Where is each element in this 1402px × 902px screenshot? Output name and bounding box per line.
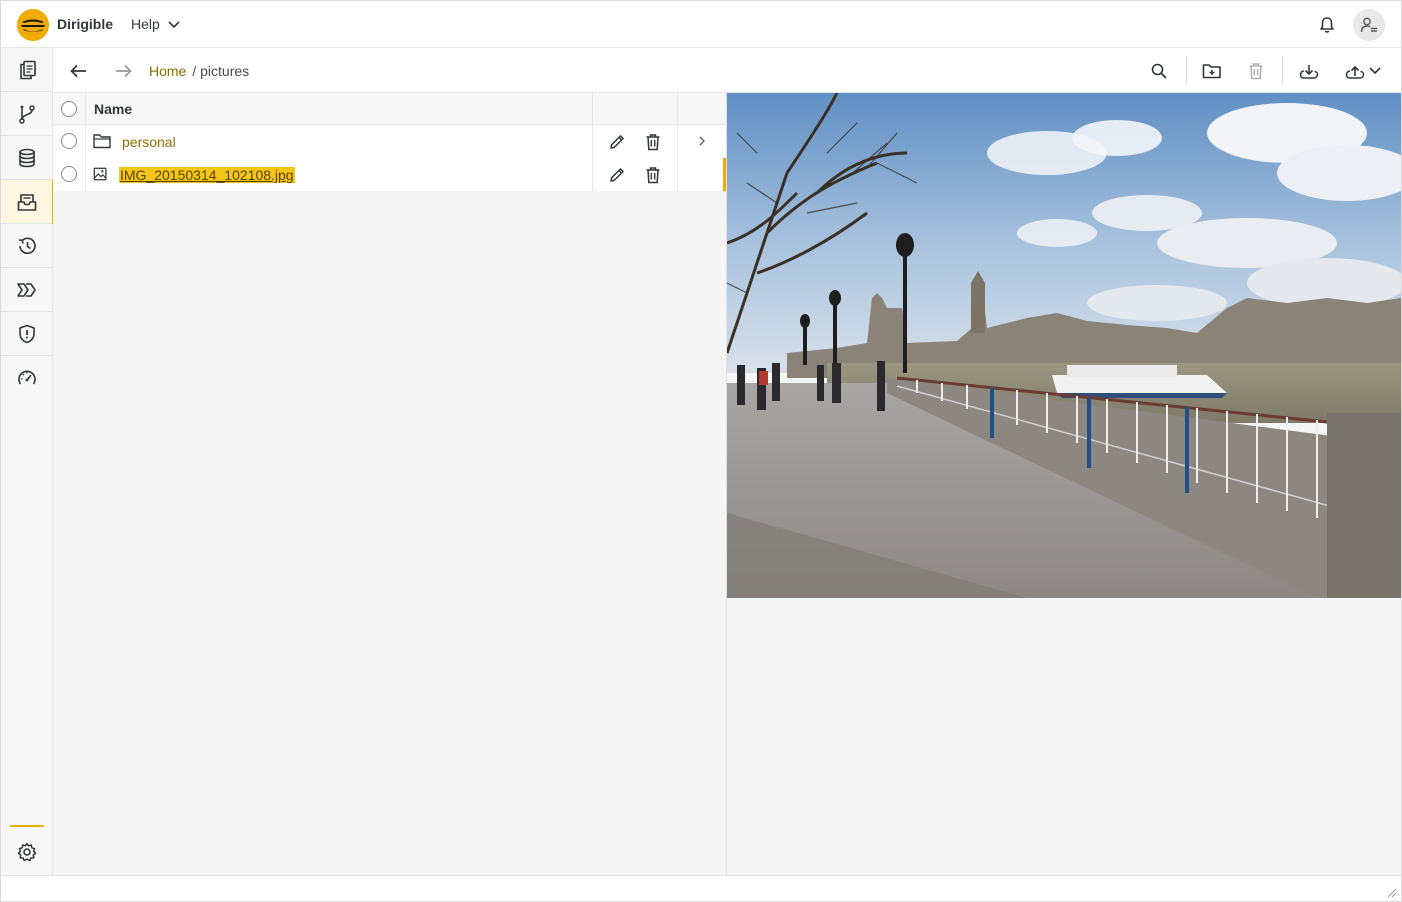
bell-icon[interactable] — [1317, 15, 1337, 35]
file-toolbar: Home / pictures — [53, 48, 1401, 93]
sidebar-item-monitoring[interactable] — [1, 356, 53, 400]
column-divider — [677, 125, 678, 158]
dirigible-logo — [17, 9, 49, 41]
sidebar-item-security[interactable] — [1, 312, 53, 356]
download-button[interactable] — [1298, 60, 1320, 82]
column-divider — [85, 158, 86, 191]
inbox-tray-icon — [17, 193, 37, 211]
sidebar-divider — [10, 825, 44, 827]
cloud-upload-icon — [1345, 65, 1365, 79]
gear-icon — [17, 842, 37, 862]
upload-menu-button[interactable] — [1343, 60, 1383, 82]
breadcrumb-home[interactable]: Home — [149, 63, 186, 79]
app-title: Dirigible — [57, 16, 114, 32]
folder-add-icon — [1202, 64, 1221, 79]
delete-row-button[interactable] — [643, 165, 663, 185]
help-menu-label: Help — [131, 16, 160, 32]
chevron-right-icon[interactable] — [696, 134, 708, 148]
row-name-link[interactable]: personal — [122, 134, 176, 150]
arrow-left-icon — [70, 64, 86, 78]
chevron-down-icon — [1369, 67, 1381, 75]
back-button[interactable] — [68, 60, 90, 82]
pencil-icon — [610, 168, 624, 182]
trash-icon — [646, 134, 660, 151]
image-file-icon — [93, 167, 107, 181]
table-row[interactable]: personal — [53, 125, 726, 158]
column-header-name: Name — [94, 101, 133, 117]
column-divider — [677, 158, 678, 191]
help-menu[interactable]: Help — [131, 16, 180, 32]
table-row[interactable]: IMG_20150314_102108.jpg — [53, 158, 726, 191]
status-bar — [1, 875, 1401, 901]
selection-indicator — [723, 158, 726, 191]
column-divider — [592, 125, 593, 158]
table-header: Name — [53, 93, 726, 125]
file-table: Name personal IMG_20150314_102108.jpg — [53, 93, 726, 191]
cloud-download-icon — [1299, 65, 1319, 79]
trash-icon — [1249, 63, 1263, 80]
gauge-icon — [18, 370, 36, 385]
chevrons-icon — [17, 282, 36, 297]
sidebar-item-documents[interactable] — [1, 180, 54, 224]
select-all-checkbox[interactable] — [61, 101, 77, 117]
sidebar-item-projects[interactable] — [1, 48, 53, 92]
sidebar-item-history[interactable] — [1, 224, 53, 268]
user-settings-icon[interactable] — [1353, 9, 1385, 41]
breadcrumb: Home / pictures — [149, 63, 249, 79]
image-preview — [727, 93, 1401, 598]
rename-button[interactable] — [607, 165, 627, 185]
breadcrumb-current: / pictures — [192, 63, 250, 79]
shield-icon — [19, 324, 35, 343]
column-divider — [85, 93, 86, 124]
forward-button[interactable] — [112, 60, 134, 82]
pencil-icon — [610, 135, 624, 149]
column-divider — [592, 93, 593, 124]
history-icon — [18, 237, 36, 254]
resize-grip-icon[interactable] — [1385, 886, 1397, 898]
column-divider — [85, 125, 86, 158]
top-header: Dirigible Help — [1, 1, 1401, 48]
delete-row-button[interactable] — [643, 132, 663, 152]
column-divider — [592, 158, 593, 191]
toolbar-separator — [1282, 56, 1283, 86]
search-button[interactable] — [1148, 60, 1170, 82]
sidebar-settings[interactable] — [1, 834, 53, 870]
chevron-down-icon — [168, 16, 180, 32]
sidebar-item-database[interactable] — [1, 136, 53, 180]
column-divider — [677, 93, 678, 124]
database-icon — [19, 148, 35, 167]
search-icon — [1151, 63, 1167, 79]
rename-button[interactable] — [607, 132, 627, 152]
file-list-pane: Name personal IMG_20150314_102108.jpg — [53, 93, 727, 875]
new-folder-button[interactable] — [1201, 60, 1223, 82]
image-preview-pane — [727, 93, 1401, 875]
row-select-checkbox[interactable] — [61, 166, 77, 182]
toolbar-separator — [1186, 56, 1187, 86]
sidebar — [1, 48, 54, 875]
documents-icon — [20, 60, 36, 79]
trash-icon — [646, 167, 660, 184]
arrow-right-icon — [116, 64, 132, 78]
folder-icon — [93, 134, 111, 149]
row-select-checkbox[interactable] — [61, 133, 77, 149]
git-branch-icon — [19, 104, 35, 124]
sidebar-item-git[interactable] — [1, 92, 53, 136]
delete-button[interactable] — [1245, 60, 1267, 82]
sidebar-item-processes[interactable] — [1, 268, 53, 312]
row-name-link[interactable]: IMG_20150314_102108.jpg — [119, 167, 295, 183]
